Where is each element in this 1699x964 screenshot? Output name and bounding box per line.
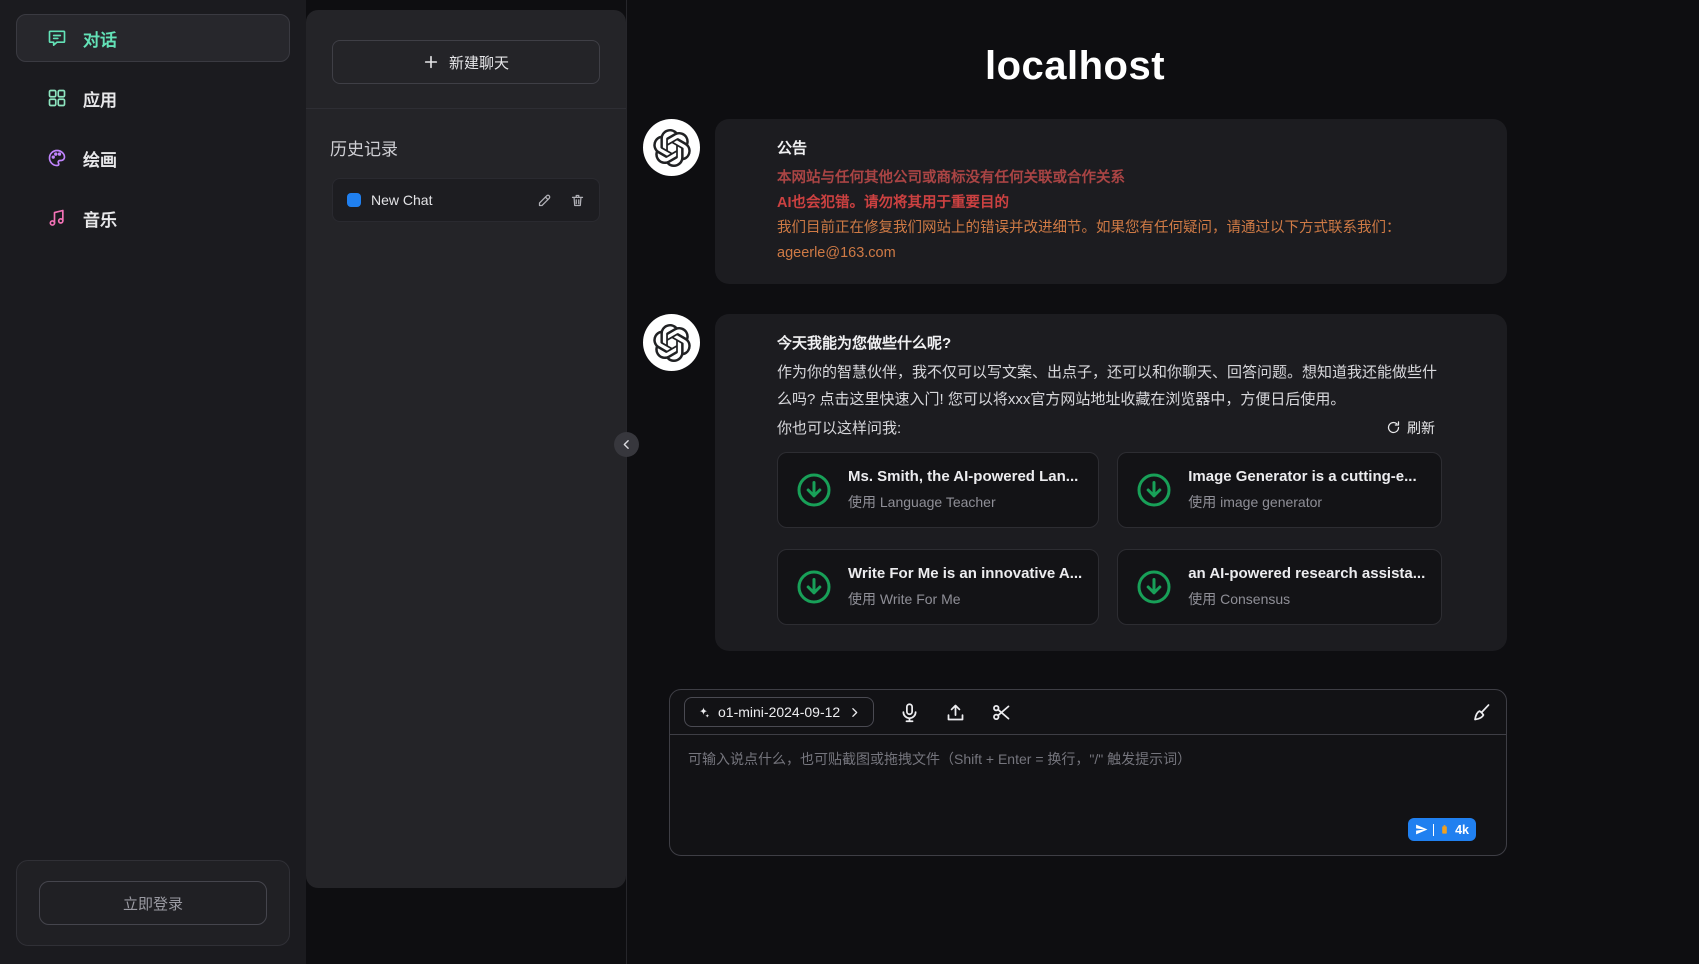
send-button[interactable]: 4k — [1408, 818, 1476, 841]
suggestion-card[interactable]: Write For Me is an innovative A... 使用 Wr… — [777, 549, 1099, 625]
ask-hint: 你也可以这样问我: — [777, 417, 901, 438]
sidebar-nav: 对话 应用 绘画 音乐 — [16, 14, 290, 254]
plus-icon — [423, 54, 439, 70]
suggestion-subtitle: 使用 Consensus — [1188, 589, 1425, 609]
login-button[interactable]: 立即登录 — [39, 881, 267, 925]
chat-messages: 公告 本网站与任何其他公司或商标没有任何关联或合作关系 AI也会犯错。请勿将其用… — [643, 103, 1507, 689]
download-circle-icon — [794, 470, 834, 510]
collapse-sidebar-button[interactable] — [614, 432, 639, 457]
openai-logo-icon — [653, 324, 691, 362]
assistant-message: 今天我能为您做些什么呢? 作为你的智慧伙伴，我不仅可以写文案、出点子，还可以和你… — [643, 314, 1507, 651]
sidebar-item-label: 应用 — [83, 86, 117, 111]
sidebar-item-apps[interactable]: 应用 — [16, 74, 290, 122]
music-note-icon — [47, 208, 67, 228]
announcement-line: 我们目前正在修复我们网站上的错误并改进细节。如果您有任何疑问，请通过以下方式联系… — [777, 218, 1447, 239]
sidebar-item-label: 对话 — [83, 26, 117, 51]
sidebar-item-draw[interactable]: 绘画 — [16, 134, 290, 182]
sidebar-item-label: 绘画 — [83, 146, 117, 171]
welcome-body: 作为你的智慧伙伴，我不仅可以写文案、出点子，还可以和你聊天、回答问题。想知道我还… — [777, 359, 1447, 413]
suggestion-title: Ms. Smith, the AI-powered Lan... — [848, 468, 1078, 485]
suggestion-card[interactable]: Ms. Smith, the AI-powered Lan... 使用 Lang… — [777, 452, 1099, 528]
composer-toolbar: o1-mini-2024-09-12 — [670, 690, 1506, 735]
model-selector[interactable]: o1-mini-2024-09-12 — [684, 697, 874, 727]
refresh-label: 刷新 — [1407, 418, 1435, 438]
edit-icon[interactable] — [537, 193, 552, 208]
suggestion-title: Image Generator is a cutting-e... — [1188, 468, 1416, 485]
contact-email-link[interactable]: ageerle@163.com — [777, 245, 896, 261]
palette-icon — [47, 148, 67, 168]
chat-list-panel: 新建聊天 历史记录 New Chat — [306, 10, 626, 888]
welcome-title: 今天我能为您做些什么呢? — [777, 332, 1447, 353]
suggestion-grid: Ms. Smith, the AI-powered Lan... 使用 Lang… — [777, 452, 1435, 625]
suggestion-title: an AI-powered research assista... — [1188, 565, 1425, 582]
scissors-icon[interactable] — [991, 702, 1012, 723]
sidebar-item-chat[interactable]: 对话 — [16, 14, 290, 62]
divider — [1433, 824, 1435, 836]
suggestion-card[interactable]: an AI-powered research assista... 使用 Con… — [1117, 549, 1442, 625]
suggestion-title: Write For Me is an innovative A... — [848, 565, 1082, 582]
trash-icon[interactable] — [570, 193, 585, 208]
sparkle-icon — [697, 706, 710, 719]
welcome-bubble: 今天我能为您做些什么呢? 作为你的智慧伙伴，我不仅可以写文案、出点子，还可以和你… — [715, 314, 1507, 651]
history-title: 历史记录 — [306, 135, 626, 160]
chevron-left-icon — [620, 438, 633, 451]
announcement-bubble: 公告 本网站与任何其他公司或商标没有任何关联或合作关系 AI也会犯错。请勿将其用… — [715, 119, 1507, 284]
download-circle-icon — [1134, 567, 1174, 607]
battery-icon — [1439, 823, 1450, 836]
composer: o1-mini-2024-09-12 — [669, 689, 1507, 856]
chat-bubble-icon — [47, 28, 67, 48]
composer-body: 4k — [670, 735, 1506, 855]
token-count: 4k — [1455, 823, 1469, 837]
assistant-avatar — [643, 119, 700, 176]
download-circle-icon — [794, 567, 834, 607]
sidebar: 对话 应用 绘画 音乐 立即登录 — [0, 0, 306, 964]
refresh-button[interactable]: 刷新 — [1386, 418, 1435, 438]
grid-icon — [47, 88, 67, 108]
model-label: o1-mini-2024-09-12 — [718, 704, 840, 720]
refresh-icon — [1386, 420, 1401, 435]
panel-divider — [306, 108, 626, 109]
new-chat-label: 新建聊天 — [449, 52, 509, 73]
chat-item-title: New Chat — [371, 192, 519, 208]
suggestion-subtitle: 使用 Write For Me — [848, 589, 1082, 609]
assistant-message: 公告 本网站与任何其他公司或商标没有任何关联或合作关系 AI也会犯错。请勿将其用… — [643, 119, 1507, 284]
openai-logo-icon — [653, 129, 691, 167]
suggestion-card[interactable]: Image Generator is a cutting-e... 使用 ima… — [1117, 452, 1442, 528]
announcement-title: 公告 — [777, 137, 1447, 158]
chat-list-item[interactable]: New Chat — [332, 178, 600, 222]
suggestion-subtitle: 使用 Language Teacher — [848, 492, 1078, 512]
new-chat-button[interactable]: 新建聊天 — [332, 40, 600, 84]
paper-plane-icon — [1415, 823, 1428, 836]
chat-main: localhost 公告 本网站与任何其他公司或商标没有任何关联或合作关系 AI… — [626, 0, 1699, 964]
assistant-avatar — [643, 314, 700, 371]
page-title: localhost — [643, 44, 1507, 89]
download-circle-icon — [1134, 470, 1174, 510]
sidebar-item-label: 音乐 — [83, 206, 117, 231]
login-card: 立即登录 — [16, 860, 290, 946]
announcement-line: AI也会犯错。请勿将其用于重要目的 — [777, 193, 1447, 214]
chat-color-icon — [347, 193, 361, 207]
sidebar-item-music[interactable]: 音乐 — [16, 194, 290, 242]
upload-icon[interactable] — [945, 702, 966, 723]
microphone-icon[interactable] — [899, 702, 920, 723]
suggestion-subtitle: 使用 image generator — [1188, 492, 1416, 512]
chevron-right-icon — [848, 706, 861, 719]
announcement-line: 本网站与任何其他公司或商标没有任何关联或合作关系 — [777, 168, 1447, 189]
clear-context-broom-icon[interactable] — [1471, 702, 1492, 723]
message-input[interactable] — [686, 747, 1490, 817]
